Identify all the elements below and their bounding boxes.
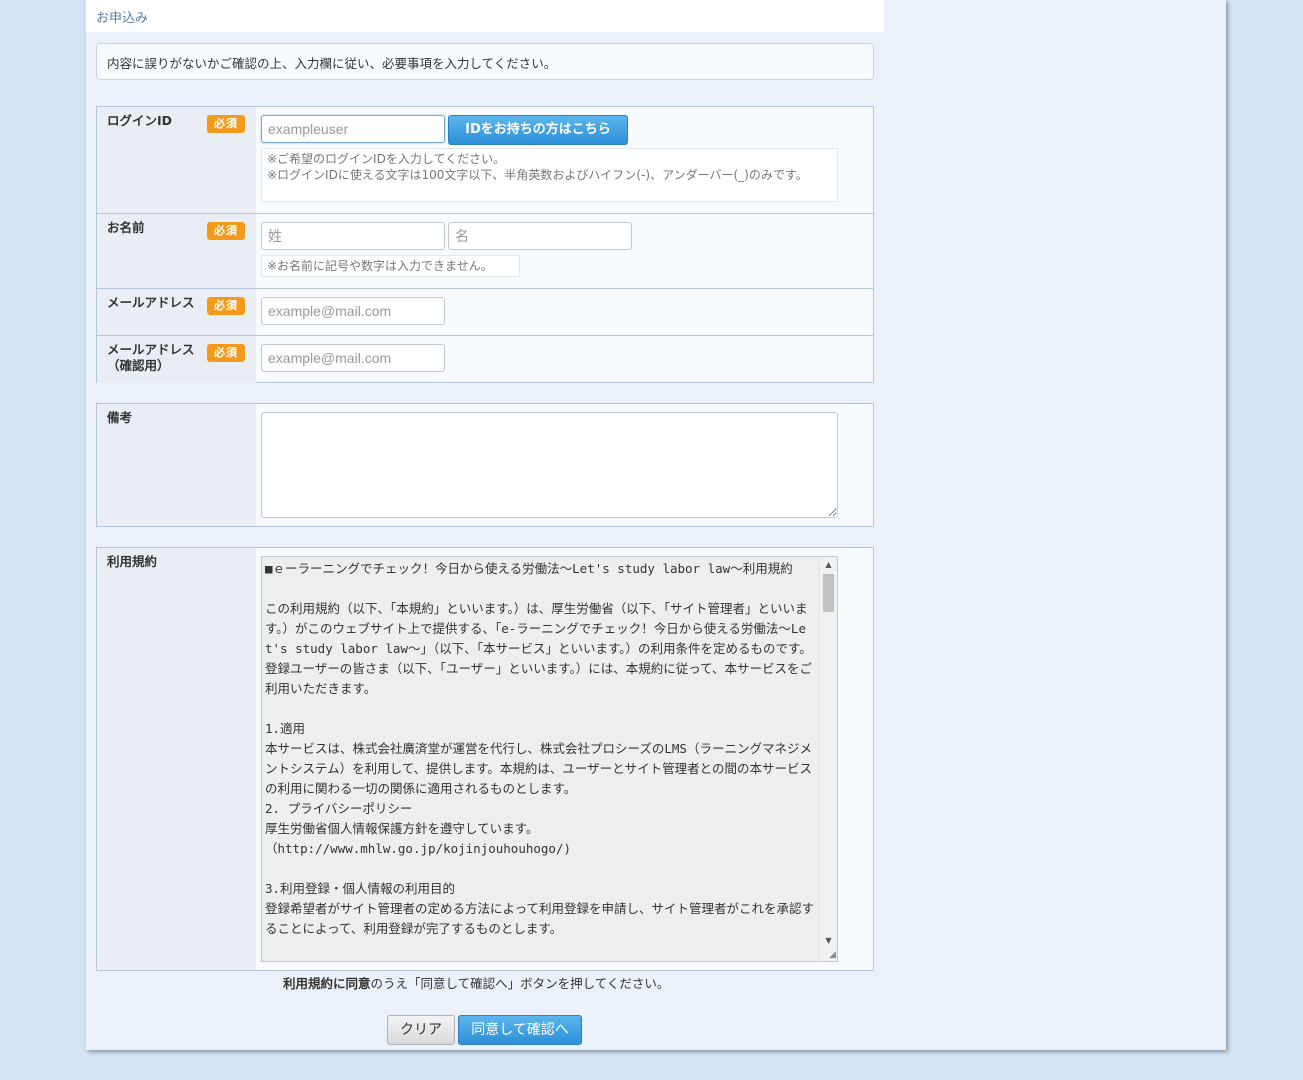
login-id-input[interactable] — [261, 115, 445, 143]
row-header: メールアドレス 必須 — [97, 289, 256, 335]
required-badge: 必須 — [207, 297, 245, 315]
row-header: 備考 — [97, 404, 256, 526]
row-login-id: ログインID 必須 IDをお持ちの方はこちら ※ご希望のログインIDを入力してく… — [97, 107, 873, 213]
name-hint: ※お名前に記号や数字は入力できません。 — [261, 255, 520, 277]
form-panel: お申込み 内容に誤りがないかご確認の上、入力欄に従い、必要事項を入力してください… — [86, 0, 1226, 1050]
page-title: お申込み — [96, 11, 149, 26]
row-header: 利用規約 — [97, 548, 256, 970]
agree-instruction: 利用規約に同意のうえ「同意して確認へ」ボタンを押してください。 — [283, 973, 669, 992]
terms-label: 利用規約 — [107, 554, 158, 569]
login-id-hint-2: ※ログインIDに使える文字は100文字以下、半角英数およびハイフン(-)、アンダ… — [267, 168, 808, 182]
required-badge: 必須 — [207, 222, 245, 240]
login-id-label: ログインID — [107, 113, 173, 128]
scroll-down-arrow-icon[interactable]: ▼ — [820, 933, 837, 949]
row-name: お名前 必須 ※お名前に記号や数字は入力できません。 — [97, 213, 873, 288]
row-header: お名前 必須 — [97, 214, 256, 288]
email-input[interactable] — [261, 297, 445, 325]
email-confirm-label: メールアドレス （確認用） — [107, 342, 195, 374]
terms-table: 利用規約 ■ｅーラーニングでチェック！今日から使える労働法～Let's stud… — [96, 547, 874, 971]
instruction-notice: 内容に誤りがないかご確認の上、入力欄に従い、必要事項を入力してください。 — [96, 43, 874, 80]
required-badge: 必須 — [207, 344, 245, 362]
row-header: ログインID 必須 — [97, 107, 256, 213]
memo-table: 備考 — [96, 403, 874, 527]
existing-id-button[interactable]: IDをお持ちの方はこちら — [448, 115, 628, 145]
login-id-hint-1: ※ご希望のログインIDを入力してください。 — [267, 152, 506, 166]
login-id-hint: ※ご希望のログインIDを入力してください。 ※ログインIDに使える文字は100文… — [261, 148, 838, 202]
email-label: メールアドレス — [107, 295, 195, 310]
row-memo: 備考 — [97, 404, 873, 526]
row-header: メールアドレス （確認用） 必須 — [97, 336, 256, 383]
email-confirm-input[interactable] — [261, 344, 445, 372]
clear-button[interactable]: クリア — [387, 1015, 455, 1045]
email-confirm-label-sub: （確認用） — [107, 358, 170, 373]
required-badge: 必須 — [207, 115, 245, 133]
terms-textarea[interactable]: ■ｅーラーニングでチェック！今日から使える労働法～Let's study lab… — [261, 556, 838, 962]
last-name-input[interactable] — [261, 222, 445, 250]
agree-confirm-button[interactable]: 同意して確認へ — [458, 1015, 582, 1045]
email-confirm-label-main: メールアドレス — [107, 342, 195, 357]
terms-scrollbar[interactable]: ▲ ▼ — [819, 557, 837, 961]
resize-grip-icon[interactable]: ◢ — [824, 950, 836, 960]
row-terms: 利用規約 ■ｅーラーニングでチェック！今日から使える労働法～Let's stud… — [97, 548, 873, 970]
agree-instruction-rest: のうえ「同意して確認へ」ボタンを押してください。 — [370, 976, 670, 991]
title-bar: お申込み — [86, 0, 884, 32]
agree-instruction-bold: 利用規約に同意 — [283, 976, 371, 991]
scroll-thumb[interactable] — [823, 574, 834, 612]
first-name-input[interactable] — [448, 222, 632, 250]
notice-text: 内容に誤りがないかご確認の上、入力欄に従い、必要事項を入力してください。 — [107, 56, 557, 71]
memo-textarea[interactable] — [261, 412, 838, 518]
row-email-confirm: メールアドレス （確認用） 必須 — [97, 335, 873, 383]
memo-label: 備考 — [107, 410, 133, 425]
registration-table: ログインID 必須 IDをお持ちの方はこちら ※ご希望のログインIDを入力してく… — [96, 106, 874, 383]
row-email: メールアドレス 必須 — [97, 288, 873, 335]
terms-text: ■ｅーラーニングでチェック！今日から使える労働法～Let's study lab… — [265, 561, 815, 936]
scroll-up-arrow-icon[interactable]: ▲ — [820, 557, 837, 573]
name-label: お名前 — [107, 220, 145, 235]
